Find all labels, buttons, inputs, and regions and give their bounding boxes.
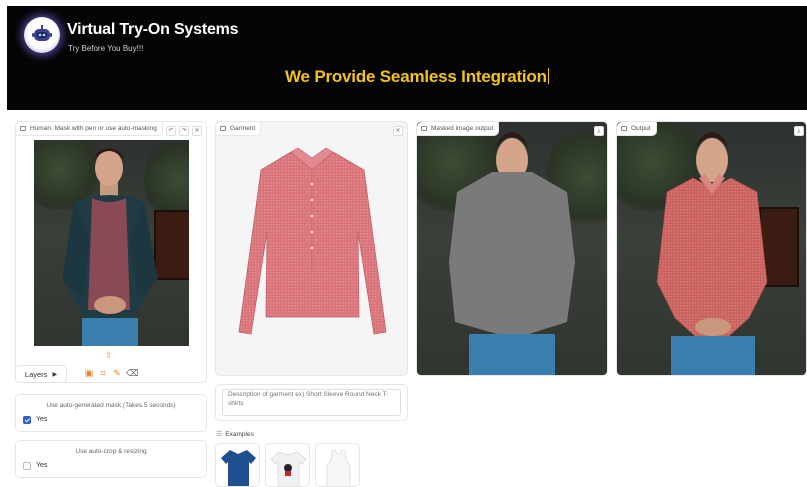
white-tee-image — [270, 451, 307, 486]
human-label-text: Human. Mask with pen or use auto-masking — [30, 125, 157, 132]
upload-icon[interactable]: ⇧ — [105, 350, 113, 361]
redo-icon[interactable]: ↷ — [179, 126, 189, 136]
close-icon[interactable]: ✕ — [192, 126, 202, 136]
garment-panel-label: Garment — [216, 122, 262, 136]
masked-panel-label: Masked image output — [417, 122, 500, 136]
image-icon — [421, 126, 427, 131]
crop-icon[interactable]: ⌗ — [98, 368, 108, 378]
garment-label-text: Garment — [230, 125, 256, 132]
auto-mask-yes-label: Yes — [36, 416, 48, 423]
auto-crop-option: Use auto-crop & resizing Yes — [15, 440, 207, 478]
masked-photo — [417, 122, 607, 375]
brush-icon[interactable]: ✎ — [112, 368, 122, 378]
human-photo[interactable] — [34, 140, 189, 346]
close-icon[interactable]: ✕ — [393, 126, 403, 136]
person-figure — [62, 148, 158, 346]
output-panel-label: Output — [617, 122, 657, 136]
image-icon — [20, 126, 26, 131]
examples-header: ☰ Examples — [216, 430, 254, 439]
human-image-editor[interactable]: Human. Mask with pen or use auto-masking… — [15, 121, 207, 383]
white-tank-image — [326, 449, 351, 486]
robot-logo-icon — [24, 17, 60, 53]
output-photo — [617, 122, 806, 375]
tagline-text: We Provide Seamless Integration — [285, 67, 547, 86]
garment-shirt-image — [238, 147, 387, 335]
auto-crop-yes-label: Yes — [36, 462, 48, 469]
output-figure — [656, 132, 768, 375]
image-tool-icon[interactable]: ▣ — [84, 368, 94, 378]
image-icon — [621, 126, 627, 131]
app-root: { "header": { "title": "Virtual Try-On S… — [0, 0, 807, 487]
download-icon[interactable]: ⤓ — [594, 126, 604, 136]
tagline: We Provide Seamless Integration — [285, 67, 549, 87]
output-label-text: Output — [631, 125, 651, 132]
auto-crop-title: Use auto-crop & resizing — [75, 448, 147, 455]
download-icon[interactable]: ⤓ — [794, 126, 804, 136]
auto-mask-checkbox[interactable] — [23, 416, 31, 424]
undo-icon[interactable]: ↶ — [166, 126, 176, 136]
masked-figure — [449, 132, 575, 375]
list-icon: ☰ — [216, 431, 223, 438]
caret-right-icon: ▶ — [52, 371, 58, 378]
blue-top-image — [221, 450, 256, 486]
output-panel: Output ⤓ — [616, 121, 807, 376]
eraser-icon[interactable]: ⌫ — [126, 368, 139, 378]
auto-mask-title: Use auto-generated mask (Takes 5 seconds… — [46, 402, 176, 409]
example-garment-2[interactable] — [265, 443, 310, 487]
app-subtitle: Try Before You Buy!!! — [68, 44, 144, 53]
image-icon — [220, 126, 226, 131]
example-garment-3[interactable] — [315, 443, 360, 487]
garment-description-input[interactable] — [222, 389, 401, 416]
description-box — [215, 384, 408, 421]
garment-image-panel[interactable]: Garment ✕ — [215, 121, 408, 376]
masked-image-output-panel: Masked image output ⤓ — [416, 121, 608, 376]
auto-mask-option: Use auto-generated mask (Takes 5 seconds… — [15, 394, 207, 432]
layers-button[interactable]: Layers ▶ — [15, 365, 67, 383]
human-panel-label: Human. Mask with pen or use auto-masking — [16, 122, 163, 136]
masked-label-text: Masked image output — [431, 125, 494, 132]
app-title: Virtual Try-On Systems — [67, 21, 239, 38]
header-banner: Virtual Try-On Systems Try Before You Bu… — [7, 6, 807, 110]
example-garment-1[interactable] — [215, 443, 260, 487]
typing-cursor — [547, 68, 549, 84]
layers-label: Layers — [24, 369, 48, 379]
examples-label: Examples — [225, 430, 254, 438]
auto-crop-checkbox[interactable] — [23, 462, 31, 470]
